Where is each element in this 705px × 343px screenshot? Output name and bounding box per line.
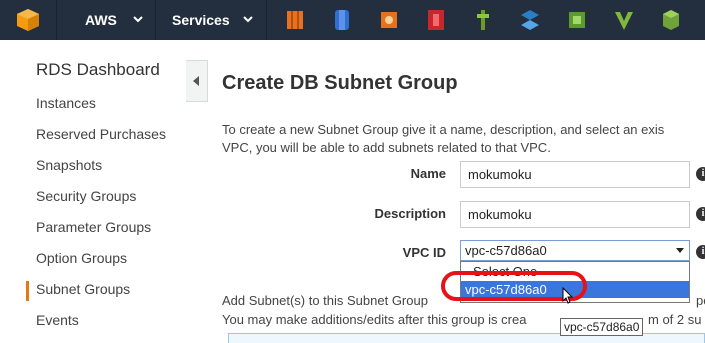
active-indicator <box>26 281 29 301</box>
dynamodb-icon[interactable] <box>660 8 682 32</box>
name-field[interactable] <box>460 161 690 188</box>
sidebar-item-option-groups[interactable]: Option Groups <box>36 250 127 266</box>
info-icon[interactable]: i <box>696 167 705 181</box>
chevron-left-icon <box>193 76 199 86</box>
add-subnets-line-2: You may make additions/edits after this … <box>222 312 702 327</box>
tooltip: vpc-c57d86a0 <box>560 318 644 336</box>
sidebar-item-reserved-purchases[interactable]: Reserved Purchases <box>36 126 166 142</box>
description-field[interactable] <box>460 201 690 228</box>
sidebar: RDS Dashboard Instances Reserved Purchas… <box>0 40 186 343</box>
top-navigation-bar: AWS Services <box>0 0 705 40</box>
sidebar-item-security-groups[interactable]: Security Groups <box>36 188 136 204</box>
aws-menu[interactable]: AWS <box>58 0 156 40</box>
iam-icon[interactable] <box>378 8 400 32</box>
intro-line-2: VPC, you will be able to add subnets rel… <box>222 140 551 155</box>
aws-cube-icon <box>17 9 39 31</box>
vpc-id-select-value: vpc-c57d86a0 <box>465 243 547 258</box>
codedeploy-icon[interactable] <box>425 8 447 32</box>
main-content: Create DB Subnet Group To create a new S… <box>208 40 705 343</box>
dropdown-arrow-icon <box>676 248 684 253</box>
aws-home-button[interactable] <box>0 0 57 40</box>
chevron-down-icon <box>243 16 253 23</box>
s3-icon[interactable] <box>331 8 353 32</box>
sidebar-item-parameter-groups[interactable]: Parameter Groups <box>36 219 151 235</box>
sidebar-item-snapshots[interactable]: Snapshots <box>36 157 102 173</box>
cloudformation-icon[interactable] <box>566 8 588 32</box>
name-label: Name <box>410 166 446 181</box>
description-label: Description <box>374 206 446 221</box>
intro-text: To create a new Subnet Group give it a n… <box>222 121 664 157</box>
sidebar-item-instances[interactable]: Instances <box>36 95 96 111</box>
vpc-icon[interactable] <box>519 8 541 32</box>
sidebar-item-subnet-groups[interactable]: Subnet Groups <box>36 281 130 297</box>
services-menu[interactable]: Services <box>157 0 267 40</box>
mouse-cursor-icon <box>562 287 574 304</box>
intro-line-1: To create a new Subnet Group give it a n… <box>222 122 665 137</box>
elastic-beanstalk-icon[interactable] <box>472 8 494 32</box>
ec2-icon[interactable] <box>284 8 306 32</box>
vpc-id-select[interactable]: vpc-c57d86a0 <box>460 240 690 261</box>
info-icon[interactable]: i <box>696 245 705 259</box>
page-title: Create DB Subnet Group <box>222 72 458 94</box>
info-icon[interactable]: i <box>696 207 705 221</box>
sidebar-item-events[interactable]: Events <box>36 312 79 328</box>
collapse-sidebar-button[interactable] <box>186 60 208 102</box>
chevron-down-icon <box>133 16 143 23</box>
opsworks-icon[interactable] <box>613 8 635 32</box>
sidebar-title: RDS Dashboard <box>36 60 160 79</box>
aws-menu-label: AWS <box>85 12 117 28</box>
services-menu-label: Services <box>172 12 230 28</box>
vpc-id-label: VPC ID <box>402 245 446 260</box>
